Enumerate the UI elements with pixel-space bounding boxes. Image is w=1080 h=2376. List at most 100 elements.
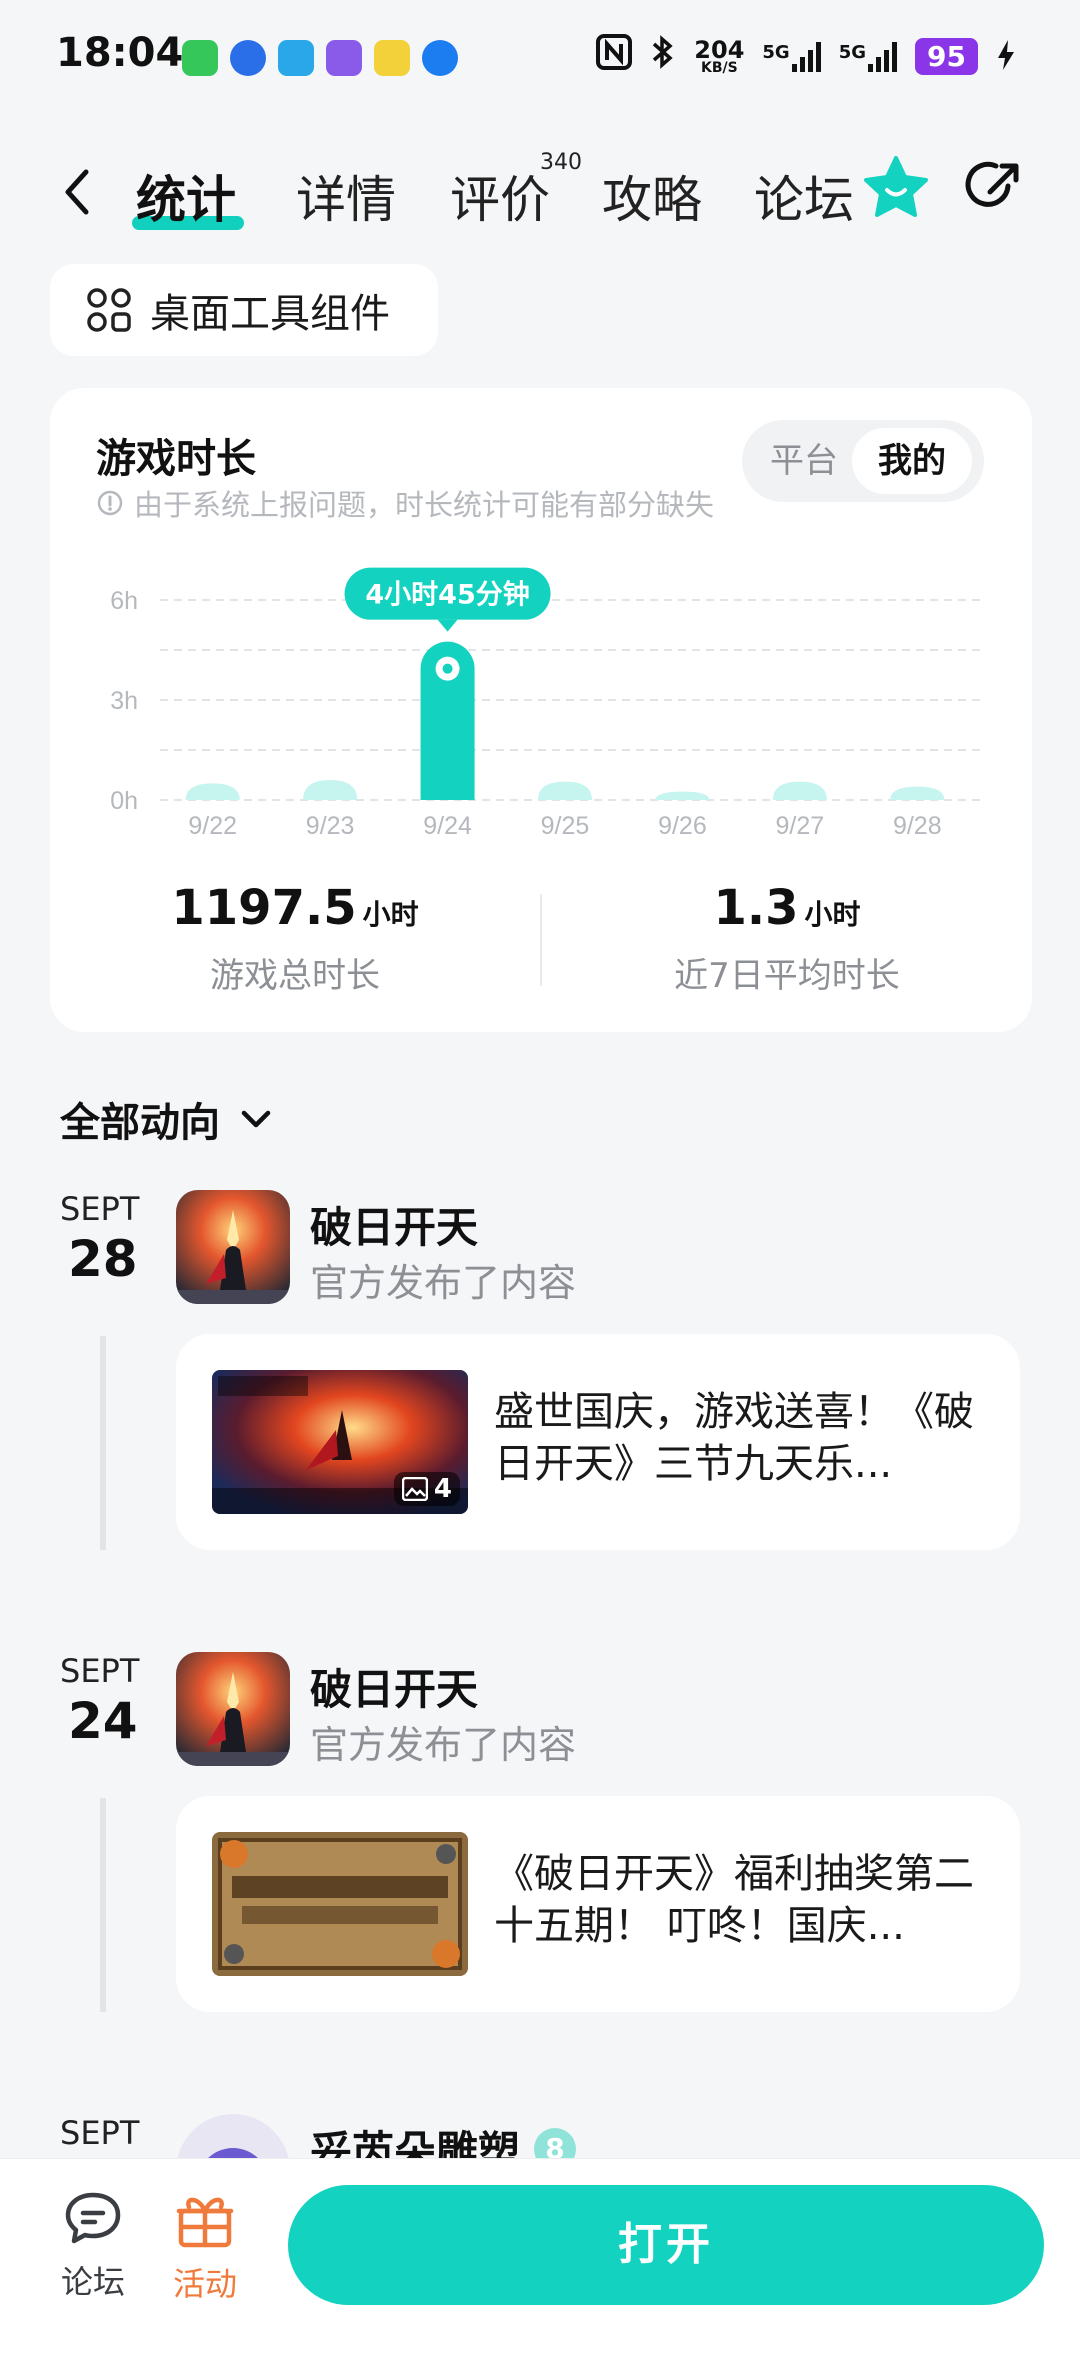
game-app-icon	[374, 40, 410, 76]
tab-details[interactable]: 详情	[296, 160, 396, 232]
desktop-widget-button[interactable]: 桌面工具组件	[50, 264, 438, 356]
back-button[interactable]	[56, 162, 96, 222]
total-time-value: 1197.5	[171, 880, 357, 936]
widget-grid-icon	[87, 288, 131, 332]
avg-time-unit: 小时	[804, 898, 861, 931]
post-title: 《破日开天》福利抽奖第二十五期！ 叮咚！国庆...	[494, 1851, 974, 1949]
bar-highlight-dot-inner	[442, 663, 453, 674]
bluetooth-icon	[650, 34, 676, 79]
chat-app-icon	[326, 40, 362, 76]
status-time: 18:04	[56, 30, 184, 76]
toggle-mine[interactable]: 我的	[852, 428, 972, 494]
post-card[interactable]: 《破日开天》福利抽奖第二十五期！ 叮咚！国庆...	[176, 1796, 1020, 2012]
share-button[interactable]	[960, 158, 1024, 222]
signal-sim2: 5G	[839, 41, 898, 72]
play-time-card: 游戏时长 由于系统上报问题，时长统计可能有部分缺失 平台 我的 0h 3h 6h 9/…	[50, 388, 1032, 1032]
status-bar: 18:04 204 KB/S 5G 5G 95	[0, 0, 1080, 120]
x-tick-label: 9/22	[188, 812, 237, 838]
favorite-star-button[interactable]	[862, 154, 930, 222]
avg-time-stat: 1.3 小时 近7日平均时长	[542, 880, 1032, 997]
chart-bar	[303, 780, 358, 800]
post-thumbnail	[212, 1832, 468, 1976]
forum-nav-button[interactable]: 论坛	[38, 2191, 148, 2303]
star-icon	[864, 156, 928, 217]
entry-month: SEPT	[60, 2114, 140, 2152]
entry-month: SEPT	[60, 1190, 140, 1228]
x-tick-label: 9/28	[893, 812, 942, 838]
chevron-down-icon	[241, 1110, 271, 1128]
chart-bar	[772, 781, 827, 800]
game-avatar[interactable]	[176, 1652, 290, 1766]
stats-source-toggle: 平台 我的	[742, 420, 984, 502]
feed-filter-label: 全部动向	[60, 1100, 220, 1146]
y-tick-label: 3h	[110, 687, 138, 715]
total-time-stat: 1197.5 小时 游戏总时长	[50, 880, 540, 997]
x-tick-label: 9/27	[776, 812, 825, 838]
play-time-title: 游戏时长	[96, 436, 256, 482]
entry-game-name[interactable]: 破日开天	[310, 1656, 478, 1717]
tab-guides[interactable]: 攻略	[602, 160, 702, 232]
activity-nav-button[interactable]: 活动	[150, 2191, 260, 2305]
review-count-badge: 340	[540, 150, 582, 175]
activity-nav-label: 活动	[172, 2265, 237, 2303]
entry-game-name[interactable]: 破日开天	[310, 1194, 478, 1255]
cloud-app-icon	[422, 40, 458, 76]
entry-day: 28	[68, 1230, 138, 1288]
image-count-badge: 4	[393, 1472, 460, 1506]
game-avatar[interactable]	[176, 1190, 290, 1304]
image-icon	[401, 1477, 428, 1501]
entry-action: 官方发布了内容	[310, 1723, 577, 1767]
avg-time-value: 1.3	[713, 880, 799, 936]
desktop-widget-label: 桌面工具组件	[150, 291, 390, 337]
bar-tooltip-pointer	[437, 619, 458, 632]
bottom-action-bar: 论坛 活动 打开	[0, 2158, 1080, 2376]
gift-icon	[176, 2197, 234, 2248]
battery-level: 95	[915, 38, 978, 75]
tab-forum[interactable]: 论坛	[754, 160, 854, 232]
signal-bars-icon	[791, 41, 821, 72]
total-time-unit: 小时	[362, 898, 419, 931]
tab-reviews[interactable]: 评价	[450, 160, 550, 232]
entry-month: SEPT	[60, 1652, 140, 1690]
chart-bar	[185, 783, 240, 800]
x-tick-label: 9/24	[423, 812, 472, 838]
message-app-icon	[182, 40, 218, 76]
chart-bar	[655, 791, 710, 800]
timeline-line	[100, 1336, 106, 1550]
timeline-line	[100, 1798, 106, 2012]
post-thumbnail: 4	[212, 1370, 468, 1514]
chevron-left-icon	[65, 169, 89, 215]
bar-tooltip-label: 4小时45分钟	[365, 580, 529, 611]
app-page: 18:04 204 KB/S 5G 5G 95 统计 详情 评价 340 攻略 …	[0, 0, 1080, 2376]
entry-action: 官方发布了内容	[310, 1261, 577, 1305]
y-tick-label: 0h	[110, 787, 138, 815]
telegram-app-icon	[278, 40, 314, 76]
browser-app-icon	[230, 40, 266, 76]
signal-sim1: 5G	[762, 41, 821, 72]
forum-nav-label: 论坛	[60, 2263, 125, 2301]
x-tick-label: 9/26	[658, 812, 707, 838]
entry-day: 24	[68, 1692, 138, 1750]
nfc-icon	[596, 34, 633, 79]
chart-bar	[538, 781, 592, 800]
chart-bar	[890, 786, 945, 800]
post-title: 盛世国庆，游戏送喜！《破日开天》三节九天乐...	[494, 1389, 974, 1487]
status-indicators: 204 KB/S 5G 5G 95	[596, 34, 1016, 79]
toggle-platform[interactable]: 平台	[758, 428, 850, 494]
post-card[interactable]: 4 盛世国庆，游戏送喜！《破日开天》三节九天乐...	[176, 1334, 1020, 1550]
forum-chat-icon	[65, 2192, 121, 2244]
tab-stats[interactable]: 统计	[136, 160, 236, 232]
network-speed: 204 KB/S	[694, 35, 745, 76]
play-time-chart: 0h 3h 6h 9/22 9/23 4小时45分钟 9/24 9/25 9/26 9/27 9/2…	[110, 567, 982, 838]
avg-time-label: 近7日平均时长	[674, 956, 900, 996]
feed-filter-dropdown[interactable]: 全部动向	[60, 1090, 276, 1148]
x-tick-label: 9/25	[541, 812, 590, 838]
tab-header: 统计 详情 评价 340 攻略 论坛	[0, 150, 1080, 240]
open-game-button[interactable]: 打开	[288, 2185, 1044, 2305]
info-icon	[97, 490, 123, 516]
y-tick-label: 6h	[110, 587, 138, 615]
x-tick-label: 9/23	[306, 812, 355, 838]
charging-icon	[996, 38, 1016, 76]
signal-bars-icon	[868, 41, 898, 72]
total-time-label: 游戏总时长	[210, 956, 380, 996]
